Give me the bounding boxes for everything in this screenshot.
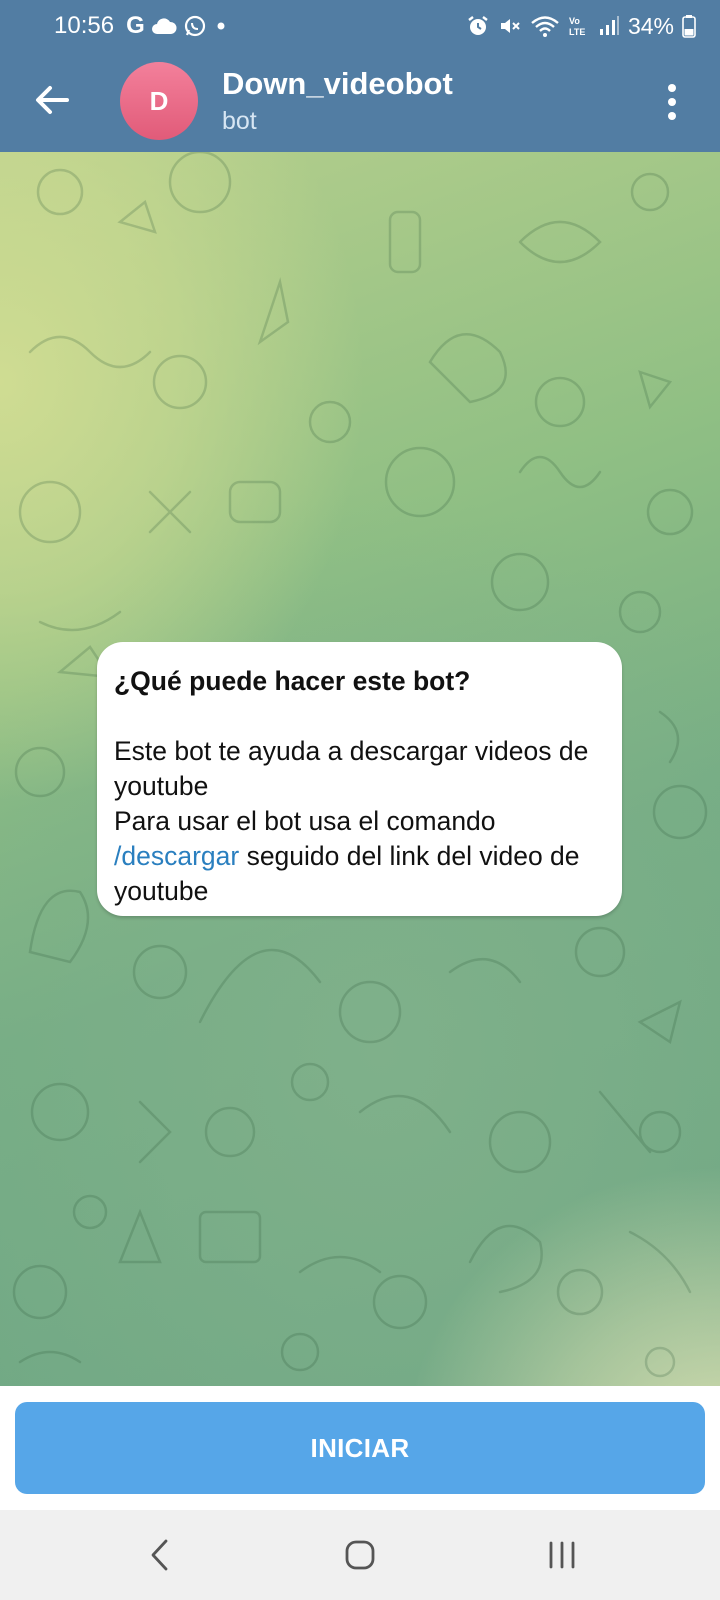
battery-percent: 34% xyxy=(627,12,674,39)
dot-icon xyxy=(213,14,229,38)
google-g-icon: G xyxy=(126,12,145,39)
avatar[interactable]: D xyxy=(120,62,198,140)
whatsapp-icon xyxy=(183,14,207,38)
descargar-command-link[interactable]: /descargar xyxy=(114,841,239,871)
bot-info-message: ¿Qué puede hacer este bot? Este bot te a… xyxy=(97,642,622,916)
more-dot-icon xyxy=(668,98,676,106)
chat-title[interactable]: Down_videobot xyxy=(222,66,453,102)
start-button[interactable]: INICIAR xyxy=(15,1402,705,1494)
recents-nav-icon xyxy=(549,1541,575,1569)
svg-text:Vo: Vo xyxy=(569,16,580,26)
home-nav-icon xyxy=(345,1540,375,1570)
status-right-icons: Vo LTE 34% xyxy=(466,12,696,39)
recents-nav-button[interactable] xyxy=(532,1532,592,1578)
chat-area[interactable]: ¿Qué puede hacer este bot? Este bot te a… xyxy=(0,152,720,1386)
home-nav-button[interactable] xyxy=(330,1532,390,1578)
battery-icon xyxy=(682,14,696,38)
volte-icon: Vo LTE xyxy=(568,14,590,38)
svg-text:LTE: LTE xyxy=(569,27,585,37)
back-nav-button[interactable] xyxy=(130,1532,190,1578)
alarm-icon xyxy=(466,14,490,38)
start-bar: INICIAR xyxy=(0,1386,720,1510)
arrow-left-icon xyxy=(36,86,69,114)
back-nav-icon xyxy=(151,1539,168,1571)
wifi-icon xyxy=(530,14,560,38)
mute-icon xyxy=(498,14,522,38)
message-line-2: Para usar el bot usa el comando /descarg… xyxy=(114,804,600,909)
chat-header: D Down_videobot bot xyxy=(0,52,720,152)
status-bar: 10:56 G Vo LTE 34% xyxy=(0,0,720,52)
chat-subtitle: bot xyxy=(222,107,257,135)
status-left-icons: G xyxy=(126,12,229,39)
message-line-2-start: Para usar el bot usa el comando xyxy=(114,806,496,836)
status-time: 10:56 xyxy=(54,12,115,39)
more-menu-button[interactable] xyxy=(654,78,690,126)
message-heading: ¿Qué puede hacer este bot? xyxy=(114,666,471,696)
message-line-1: Este bot te ayuda a descargar videos de … xyxy=(114,736,589,801)
more-dot-icon xyxy=(668,112,676,120)
cloud-icon xyxy=(151,14,177,38)
system-nav-bar xyxy=(0,1510,720,1600)
back-button[interactable] xyxy=(28,76,76,124)
signal-icon xyxy=(598,14,620,38)
more-dot-icon xyxy=(668,84,676,92)
